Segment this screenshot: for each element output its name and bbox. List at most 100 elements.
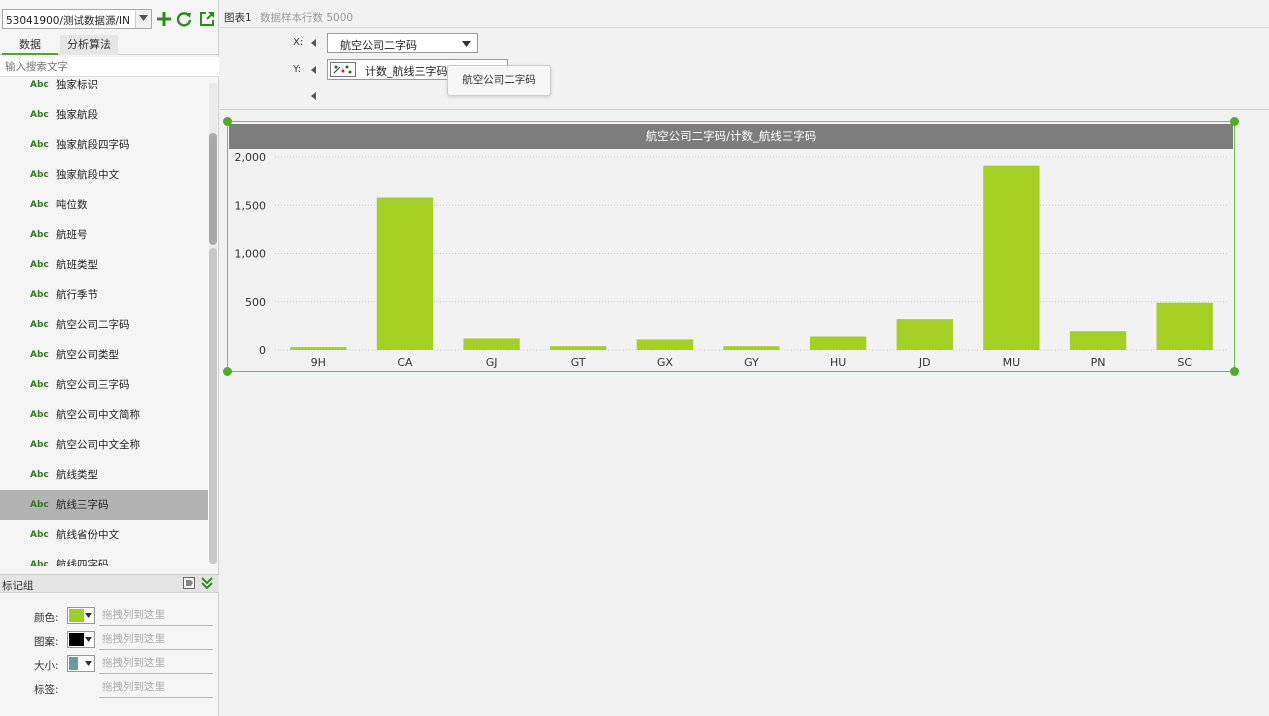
left-tabs: 数据 分析算法 bbox=[0, 35, 219, 55]
resize-handle-bottom-left[interactable] bbox=[223, 367, 232, 376]
field-item[interactable]: Abc 航空公司三字码 bbox=[0, 370, 208, 400]
scrollbar-track-lower[interactable] bbox=[209, 248, 217, 564]
field-type-label: Abc bbox=[30, 560, 49, 566]
field-item[interactable]: Abc 独家航段中文 bbox=[0, 160, 208, 190]
field-name: 航线类型 bbox=[56, 469, 98, 481]
bar bbox=[1156, 302, 1213, 350]
bar bbox=[290, 347, 347, 350]
field-item[interactable]: Abc 航空公司类型 bbox=[0, 340, 208, 370]
y-tick-label: 1,500 bbox=[235, 199, 267, 212]
y-tick-label: 2,000 bbox=[235, 151, 267, 164]
main-area: 图表1 数据样本行数 5000 X: 航空公司二字码 Y: 计数_航线三字码 航… bbox=[220, 0, 1269, 716]
tab-analysis-algorithm[interactable]: 分析算法 bbox=[60, 35, 118, 55]
field-item[interactable]: Abc 航线类型 bbox=[0, 460, 208, 490]
extra-collapse-icon[interactable] bbox=[311, 92, 316, 100]
x-tick-label: HU bbox=[830, 356, 846, 369]
external-link-icon[interactable] bbox=[198, 10, 216, 28]
field-type-label: Abc bbox=[30, 170, 49, 180]
bar bbox=[463, 338, 520, 350]
x-axis-value: 航空公司二字码 bbox=[340, 39, 417, 52]
x-collapse-icon[interactable] bbox=[311, 39, 316, 47]
field-item[interactable]: Abc 航线三字码 bbox=[0, 490, 208, 520]
sample-rows-info: 数据样本行数 5000 bbox=[260, 12, 354, 24]
field-list: Abc 独家标识 Abc 独家航段 Abc 独家航段四字码 Abc 独家航段中文 Abc 吨位数 A… bbox=[0, 77, 208, 566]
field-name: 吨位数 bbox=[56, 199, 88, 211]
y-axis-value: 计数_航线三字码 bbox=[365, 65, 448, 78]
field-item[interactable]: Abc 航空公司中文全称 bbox=[0, 430, 208, 460]
mark-color-label: 颜色: bbox=[34, 612, 59, 624]
field-item[interactable]: Abc 吨位数 bbox=[0, 190, 208, 220]
field-type-label: Abc bbox=[30, 380, 49, 390]
field-item[interactable]: Abc 航线四字码 bbox=[0, 550, 208, 566]
field-name: 独家标识 bbox=[56, 79, 98, 91]
chart-type-icon[interactable] bbox=[330, 62, 356, 77]
field-item[interactable]: Abc 航行季节 bbox=[0, 280, 208, 310]
bar bbox=[376, 197, 434, 350]
color-drop-zone[interactable]: 拖拽列到这里 bbox=[99, 608, 213, 626]
scrollbar-thumb[interactable] bbox=[209, 133, 217, 245]
bar bbox=[896, 319, 953, 350]
field-item[interactable]: Abc 航线省份中文 bbox=[0, 520, 208, 550]
mark-label-row: 标签: 拖拽列到这里 bbox=[0, 677, 219, 701]
chart-title: 航空公司二字码/计数_航线三字码 bbox=[229, 124, 1233, 149]
size-swatch bbox=[69, 657, 78, 670]
label-drop-zone[interactable]: 拖拽列到这里 bbox=[99, 680, 213, 698]
size-drop-zone[interactable]: 拖拽列到这里 bbox=[99, 656, 213, 674]
chart-name[interactable]: 图表1 bbox=[224, 10, 252, 25]
bar bbox=[1069, 331, 1127, 350]
shape-picker[interactable] bbox=[67, 631, 95, 648]
mark-shape-row: 图案: 拖拽列到这里 bbox=[0, 629, 219, 653]
y-tick-label: 0 bbox=[259, 344, 266, 357]
field-name: 独家航段四字码 bbox=[56, 139, 130, 151]
field-type-label: Abc bbox=[30, 290, 49, 300]
field-item[interactable]: Abc 独家航段 bbox=[0, 100, 208, 130]
field-name: 航线三字码 bbox=[56, 499, 109, 511]
field-type-label: Abc bbox=[30, 200, 49, 210]
x-axis-label: X: bbox=[293, 37, 304, 48]
field-item[interactable]: Abc 航班类型 bbox=[0, 250, 208, 280]
field-item[interactable]: Abc 航班号 bbox=[0, 220, 208, 250]
x-tick-label: MU bbox=[1003, 356, 1021, 369]
plus-icon[interactable] bbox=[155, 10, 173, 28]
x-tick-label: PN bbox=[1091, 356, 1106, 369]
mark-group-title: 标记组 bbox=[2, 580, 34, 592]
field-name: 航班类型 bbox=[56, 259, 98, 271]
field-type-label: Abc bbox=[30, 230, 49, 240]
field-item[interactable]: Abc 航空公司中文简称 bbox=[0, 400, 208, 430]
x-tick-label: GT bbox=[571, 356, 586, 369]
refresh-icon[interactable] bbox=[175, 10, 193, 28]
field-item[interactable]: Abc 航空公司二字码 bbox=[0, 310, 208, 340]
field-type-label: Abc bbox=[30, 530, 49, 540]
field-item[interactable]: Abc 独家航段四字码 bbox=[0, 130, 208, 160]
double-chevron-down-icon[interactable] bbox=[201, 577, 213, 593]
axis-config: X: 航空公司二字码 Y: 计数_航线三字码 航空公司二字码 bbox=[220, 29, 1269, 110]
resize-handle-top-left[interactable] bbox=[223, 117, 232, 126]
resize-handle-top-right[interactable] bbox=[1230, 117, 1239, 126]
x-tick-label: 9H bbox=[311, 356, 326, 369]
chart-container[interactable]: 0 500 1,000 1,500 2,000 9H CA GJ GT GX GY HU JD MU PN S… bbox=[227, 121, 1235, 372]
x-tick-label: CA bbox=[397, 356, 413, 369]
x-tick-label: SC bbox=[1177, 356, 1192, 369]
field-name: 航空公司二字码 bbox=[56, 319, 130, 331]
field-name: 独家航段 bbox=[56, 109, 98, 121]
mark-size-label: 大小: bbox=[34, 660, 59, 672]
shape-drop-zone[interactable]: 拖拽列到这里 bbox=[99, 632, 213, 650]
search-input[interactable] bbox=[0, 57, 219, 76]
datasource-select[interactable]: 53041900/测试数据源/IN bbox=[2, 9, 152, 29]
color-picker[interactable] bbox=[67, 607, 95, 624]
field-item[interactable]: Abc 独家标识 bbox=[0, 77, 208, 100]
y-collapse-icon[interactable] bbox=[311, 66, 316, 74]
field-name: 航空公司中文简称 bbox=[56, 409, 140, 421]
y-tick-label: 500 bbox=[245, 296, 266, 309]
tab-data[interactable]: 数据 bbox=[2, 35, 58, 55]
field-type-label: Abc bbox=[30, 350, 49, 360]
shape-swatch bbox=[69, 633, 84, 646]
x-tick-label: GX bbox=[657, 356, 674, 369]
x-tick-label: GY bbox=[744, 356, 759, 369]
size-picker[interactable] bbox=[67, 655, 95, 672]
resize-handle-bottom-right[interactable] bbox=[1230, 367, 1239, 376]
x-axis-select[interactable]: 航空公司二字码 bbox=[327, 33, 478, 53]
chevron-down-icon[interactable] bbox=[135, 10, 151, 28]
tag-icon[interactable] bbox=[183, 577, 195, 592]
y-tick-label: 1,000 bbox=[235, 248, 267, 261]
